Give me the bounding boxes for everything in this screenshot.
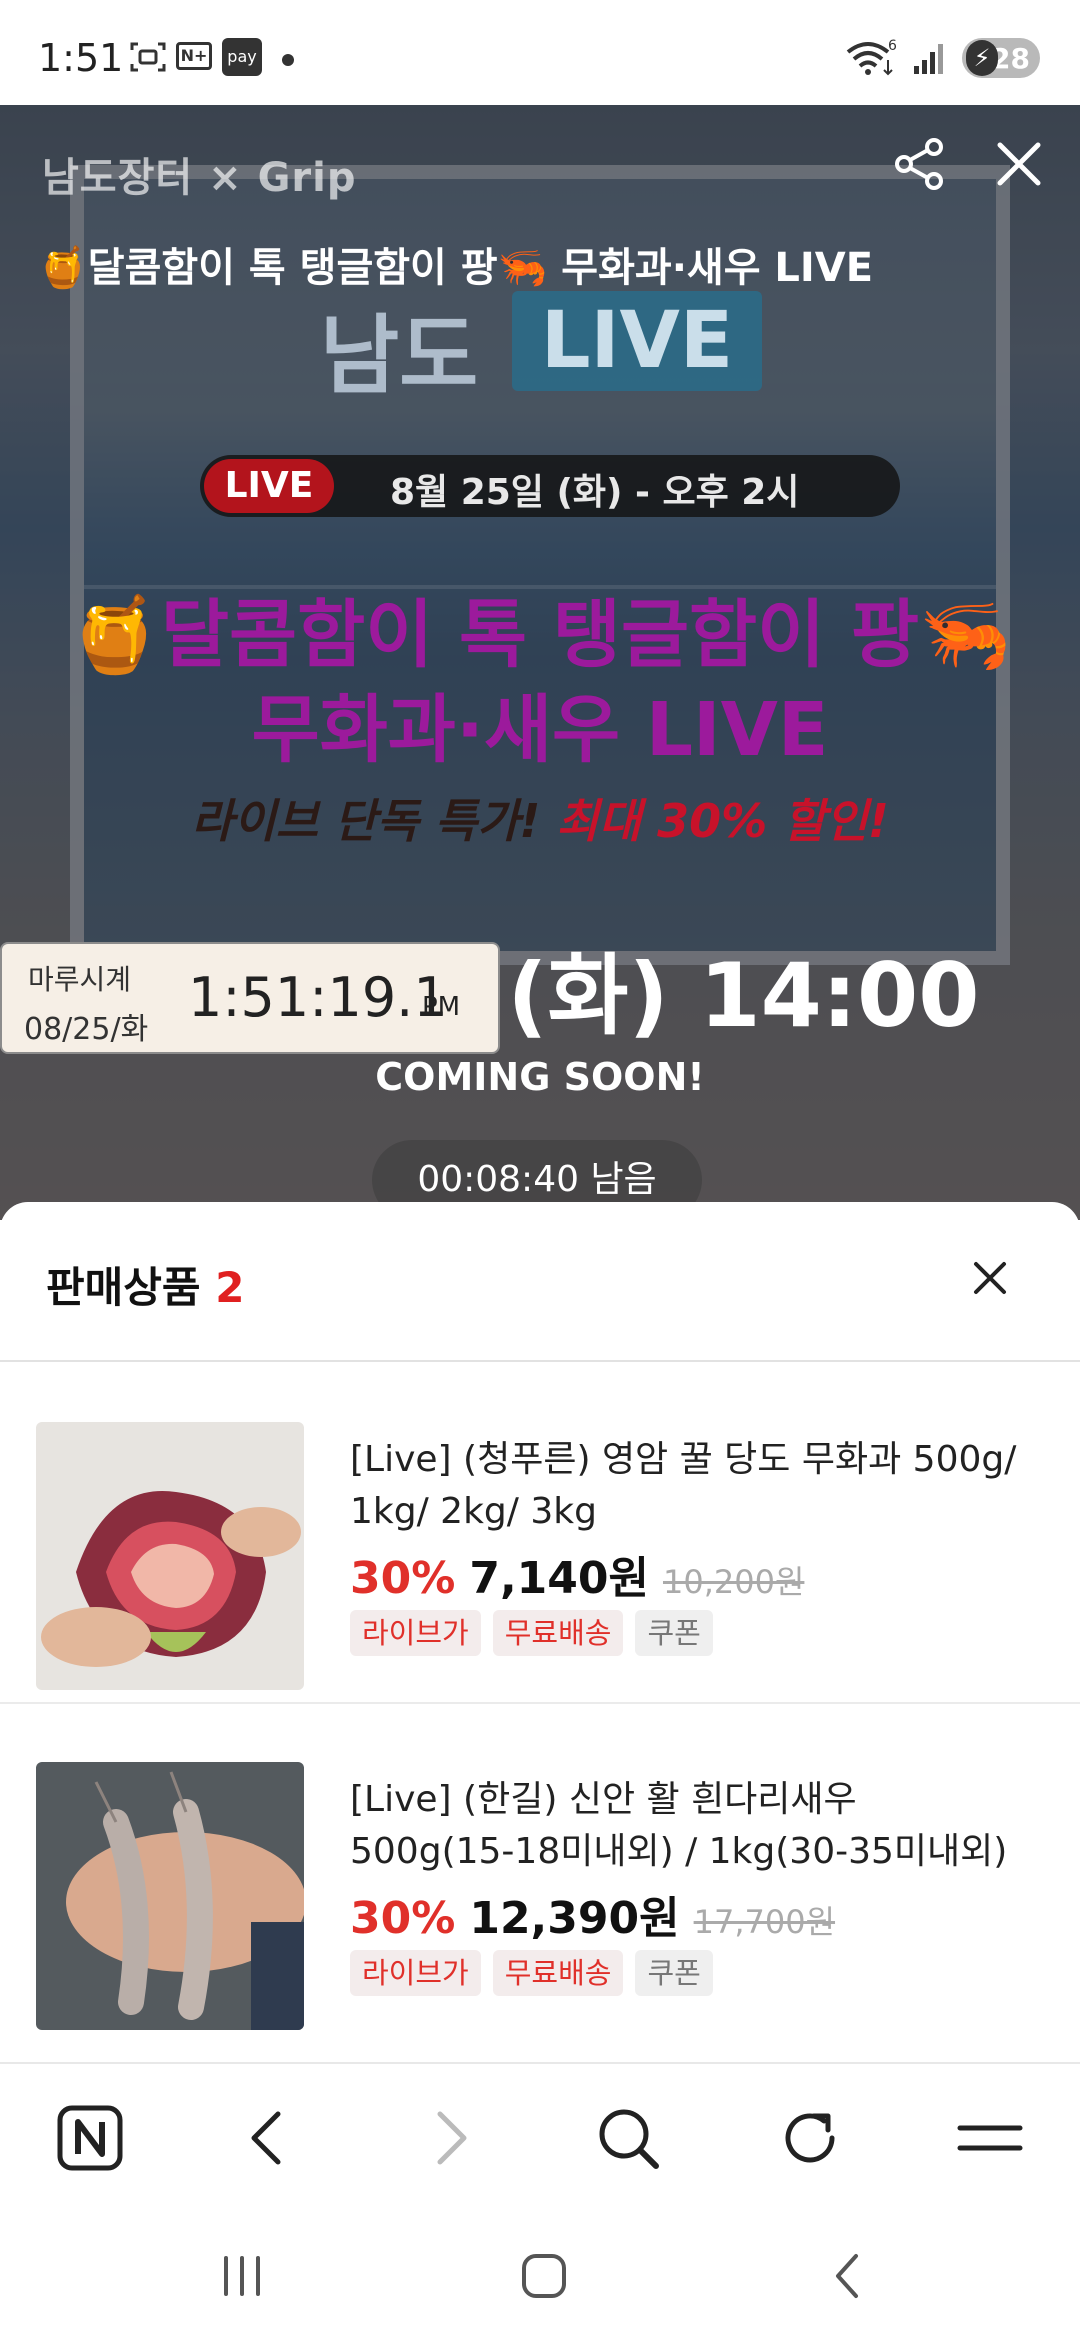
browser-toolbar (0, 2062, 1080, 2210)
floating-clock-widget[interactable]: 마루시계 08/25/화 1:51:19.1 PM (0, 942, 500, 1054)
sheet-title-text: 판매상품 (46, 1263, 201, 1312)
product-item[interactable]: [Live] (한길) 신안 활 흰다리새우 500g(15-18미내외) / … (0, 1702, 1080, 2042)
clock-time: 1:51:19.1 (188, 966, 448, 1029)
charging-icon: ⚡ (966, 40, 998, 76)
promo-special-text: 라이브 단독 특가! (191, 794, 557, 848)
live-date-banner: LIVE 8월 25일 (화) - 오후 2시 (200, 455, 900, 517)
live-brand-box: LIVE (512, 291, 762, 391)
discount-rate: 30% (350, 1893, 456, 1944)
battery-indicator: ⚡ 28 (962, 38, 1040, 78)
home-icon[interactable] (514, 2246, 574, 2306)
product-tags: 라이브가 무료배송 쿠폰 (350, 1610, 713, 1656)
promo-discount-highlight: 최대 30% 할인! (556, 794, 889, 848)
signal-icon (914, 44, 943, 74)
sale-price: 7,140원 (469, 1553, 649, 1604)
coming-soon-label: COMING SOON! (375, 1055, 705, 1099)
tag-free-shipping: 무료배송 (492, 1950, 624, 1996)
back-icon[interactable] (232, 2102, 304, 2174)
tag-live-price: 라이브가 (350, 1610, 481, 1656)
promo-headline: 🍯달콤함이 톡 탱글함이 팡🦐 (68, 592, 1012, 678)
wifi-icon: 6 (846, 38, 897, 76)
tag-live-price: 라이브가 (350, 1950, 481, 1996)
refresh-icon[interactable] (774, 2102, 846, 2174)
status-time: 1:51 (38, 36, 124, 80)
search-icon[interactable] (592, 2102, 664, 2174)
products-sheet: 판매상품 2 [Live] (청푸른) 영암 꿀 당도 무화과 500g/ 1k… (0, 1202, 1080, 2062)
menu-icon[interactable] (954, 2102, 1026, 2174)
clock-ampm: PM (422, 992, 461, 1022)
live-brand-logo: 남도 LIVE (320, 285, 762, 406)
recent-apps-icon[interactable] (212, 2246, 272, 2306)
system-nav-bar (0, 2210, 1080, 2340)
status-right: 6 ⚡ 28 (844, 38, 1040, 78)
live-badge: LIVE (204, 459, 334, 513)
promo-discount-text: 라이브 단독 특가! 최대 30% 할인! (0, 785, 1080, 851)
close-icon[interactable] (990, 135, 1048, 193)
product-name[interactable]: [Live] (한길) 신안 활 흰다리새우 500g(15-18미내외) / … (350, 1774, 1030, 1878)
product-count: 2 (215, 1263, 245, 1312)
share-icon[interactable] (890, 135, 948, 193)
tag-free-shipping: 무료배송 (492, 1610, 624, 1656)
live-brand-prefix: 남도 (320, 306, 479, 406)
promo-subheadline: 무화과·새우 LIVE (251, 687, 829, 773)
clock-app-name: 마루시계 (28, 963, 132, 996)
clock-date: 08/25/화 (24, 1012, 149, 1047)
status-bar: 1:51 N+ pay 6 ⚡ 28 (0, 0, 1080, 105)
sale-price: 12,390원 (469, 1893, 680, 1944)
live-date-text: 8월 25일 (화) - 오후 2시 (390, 472, 800, 513)
product-name[interactable]: [Live] (청푸른) 영암 꿀 당도 무화과 500g/ 1kg/ 2kg/… (350, 1434, 1030, 1538)
product-thumbnail-fig[interactable] (36, 1422, 304, 1690)
original-price: 17,700원 (693, 1903, 836, 1941)
close-icon[interactable] (966, 1254, 1014, 1302)
brand-logo: 남도장터 × Grip (42, 155, 357, 201)
product-item[interactable]: [Live] (청푸른) 영암 꿀 당도 무화과 500g/ 1kg/ 2kg/… (0, 1362, 1080, 1702)
screen-capture-icon (130, 42, 166, 72)
price-row: 30% 7,140원 10,200원 (350, 1542, 804, 1606)
discount-rate: 30% (350, 1553, 456, 1604)
notification-dot-icon (282, 54, 294, 66)
tag-coupon: 쿠폰 (635, 1610, 713, 1656)
product-tags: 라이브가 무료배송 쿠폰 (350, 1950, 713, 1996)
tag-coupon: 쿠폰 (635, 1950, 713, 1996)
system-back-icon[interactable] (818, 2246, 878, 2306)
svg-text:6: 6 (888, 38, 897, 54)
naver-plus-icon: N+ (176, 42, 212, 70)
sheet-title: 판매상품 2 (46, 1254, 244, 1315)
forward-icon[interactable] (414, 2102, 486, 2174)
original-price: 10,200원 (662, 1563, 805, 1601)
price-row: 30% 12,390원 17,700원 (350, 1882, 835, 1946)
pay-icon: pay (222, 38, 262, 76)
naver-home-icon[interactable] (54, 2102, 126, 2174)
product-thumbnail-shrimp[interactable] (36, 1762, 304, 2030)
